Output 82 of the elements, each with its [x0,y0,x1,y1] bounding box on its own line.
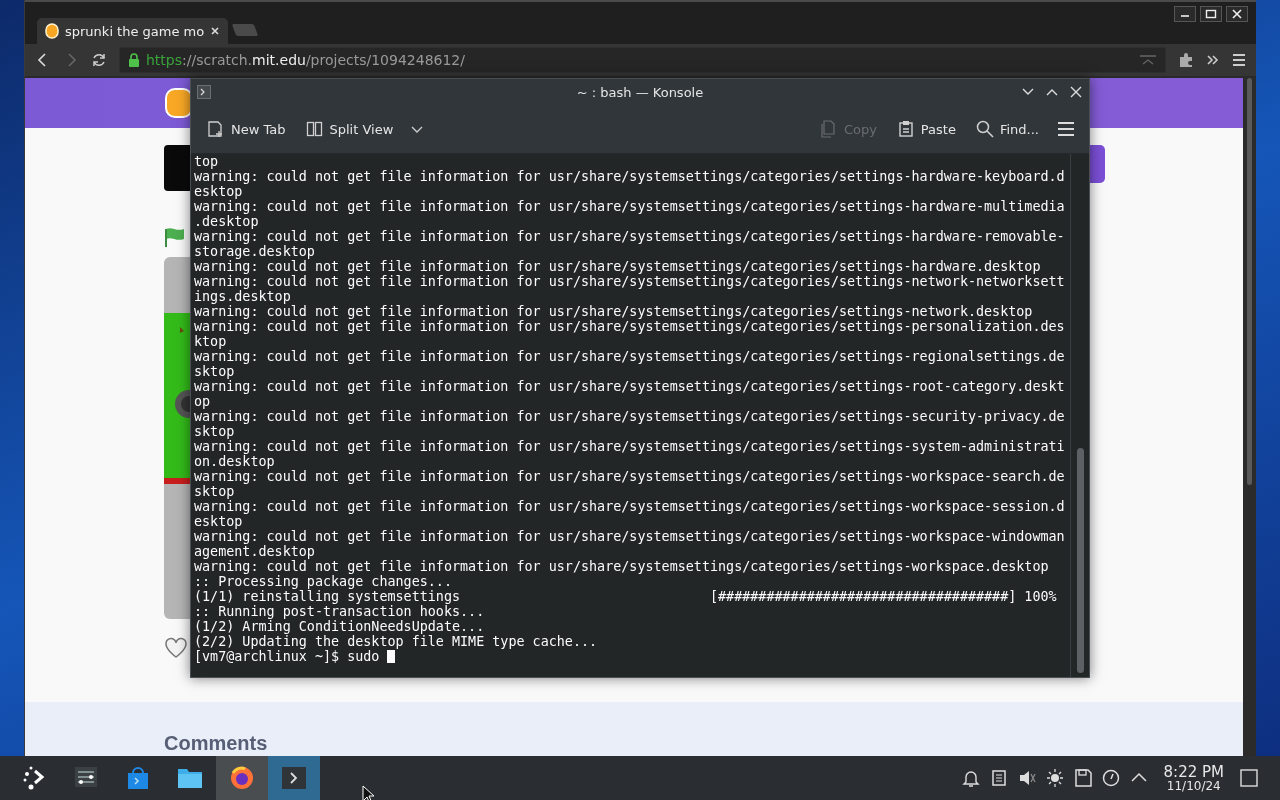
notification-icon[interactable] [961,768,980,788]
reader-icon[interactable] [1139,53,1157,67]
terminal-line: warning: could not get file information for usr/share/systemsettings/categories/settings-network.desktop [194,304,1034,319]
terminal-line: warning: could not get file information for usr/share/systemsettings/categories/settings-workspace-search.de [194,469,1066,484]
terminal-line: (2/2) Updating the desktop file MIME type cache... [194,634,599,649]
toolbar-button[interactable]: New Tab [205,118,288,140]
minimize-icon[interactable] [1174,6,1196,22]
maximize-icon[interactable] [1200,6,1222,22]
terminal-line: sktop [194,364,236,379]
split-view-icon [305,120,324,138]
terminal-line: ktop [194,334,228,349]
logo-icon [165,88,193,118]
terminal-line: warning: could not get file information for usr/share/systemsettings/categories/settings-hardware.desktop [194,259,1042,274]
terminal-line: warning: could not get file information for usr/share/systemsettings/categories/settings-system-administrati [194,439,1066,454]
terminal-line: warning: could not get file information for usr/share/systemsettings/categories/settings-security-privacy.de [194,409,1066,424]
terminal-icon [281,765,307,791]
terminal-line: warning: could not get file information for usr/share/systemsettings/categories/settings-network-networksett [194,274,1066,289]
mouse-pointer-icon [362,785,376,800]
terminal-line: warning: could not get file information for usr/share/systemsettings/categories/settings-workspace-session.d [194,499,1066,514]
clipboard-icon[interactable] [989,768,1008,788]
terminal-line: sktop [194,484,236,499]
window-title: ~ : bash — Konsole [576,84,704,100]
toolbar-button[interactable]: Split View [303,118,396,140]
command-prompt: [vm7@archlinux ~]$ sudo [194,649,381,664]
terminal-line: warning: could not get file information for usr/share/systemsettings/categories/settings-workspace.desktop [194,559,1050,574]
terminal-line: .desktop [194,214,260,229]
new-tab-icon [207,120,225,138]
terminal-line: :: Processing package changes... [194,574,453,589]
close-icon[interactable] [1226,6,1248,22]
text-cursor [387,650,396,663]
copy-icon [819,120,838,138]
close-icon[interactable] [210,26,221,36]
brightness-icon[interactable] [1045,768,1064,788]
terminal-line: warning: could not get file information for usr/share/systemsettings/categories/settings-personalization.des [194,319,1066,334]
show-desktop-icon[interactable] [1240,769,1258,787]
scrollbar-thumb[interactable] [1076,448,1084,673]
shopping-bag-icon [125,765,151,791]
clock-time: 8:22 PM [1163,763,1224,780]
app-launcher-icon [21,765,47,791]
overflow-icon[interactable] [1206,53,1220,67]
menu-icon[interactable] [1057,121,1075,137]
flag-icon[interactable] [164,227,186,247]
toolbar-button[interactable]: Paste [894,118,958,140]
terminal-line: esktop [194,514,244,529]
terminal-line: op [194,394,212,409]
toolbar-button[interactable]: Find... [973,118,1041,140]
terminal-line: ings.desktop [194,289,292,304]
search-icon [975,120,994,138]
speaker-muted-icon[interactable] [1017,768,1036,788]
clock-date: 11/10/24 [1166,779,1221,793]
terminal-line: sktop [194,424,236,439]
comments-heading: Comments [164,732,269,755]
clock[interactable]: 8:22 PM 11/10/24 [1163,763,1224,793]
terminal-line: warning: could not get file information for usr/share/systemsettings/categories/settings-root-category.deskt [194,379,1066,394]
terminal-line: warning: could not get file information for usr/share/systemsettings/categories/settings-hardware-keyboard.d [194,169,1066,184]
terminal-line: (1/2) Arming ConditionNeedsUpdate... [194,619,486,634]
terminal-line: warning: could not get file information for usr/share/systemsettings/categories/settings-regionalsettings.de [194,349,1066,364]
lock-icon [128,53,140,67]
terminal-line: (1/1) reinstalling systemsettings [####################################] 100% [194,589,1058,604]
address-bar[interactable]: https://scratch.mit.edu/projects/1094248612/ [119,47,1166,73]
terminal-line: on.desktop [194,454,276,469]
site-icon [45,23,59,39]
terminal-line: top [194,154,220,169]
url-text: https://scratch.mit.edu/projects/1094248612/ [146,52,466,68]
terminal-line: agement.desktop [194,544,316,559]
terminal-line: warning: could not get file information for usr/share/systemsettings/categories/settings-hardware-removable- [194,229,1066,244]
browser-icon [229,765,255,791]
terminal-line: storage.desktop [194,244,316,259]
terminal-line: :: Running post-transaction hooks... [194,604,486,619]
gauge-icon[interactable] [1101,768,1120,788]
heart-icon[interactable] [164,637,188,659]
scrollbar-thumb[interactable] [1247,78,1252,485]
terminal-line: warning: could not get file information for usr/share/systemsettings/categories/settings-hardware-multimedia [194,199,1066,214]
reload-icon[interactable] [91,52,107,68]
tab-title: sprunki the game mo [65,23,205,39]
extension-icon[interactable] [1178,52,1194,68]
terminal-icon[interactable] [197,85,211,99]
terminal-line: warning: could not get file information for usr/share/systemsettings/categories/settings-workspace-windowman [194,529,1066,544]
menu-icon[interactable] [1232,53,1246,67]
terminal-line: esktop [194,184,244,199]
clipboard-icon [896,120,915,138]
browser-tab[interactable]: sprunki the game mo [37,18,229,44]
